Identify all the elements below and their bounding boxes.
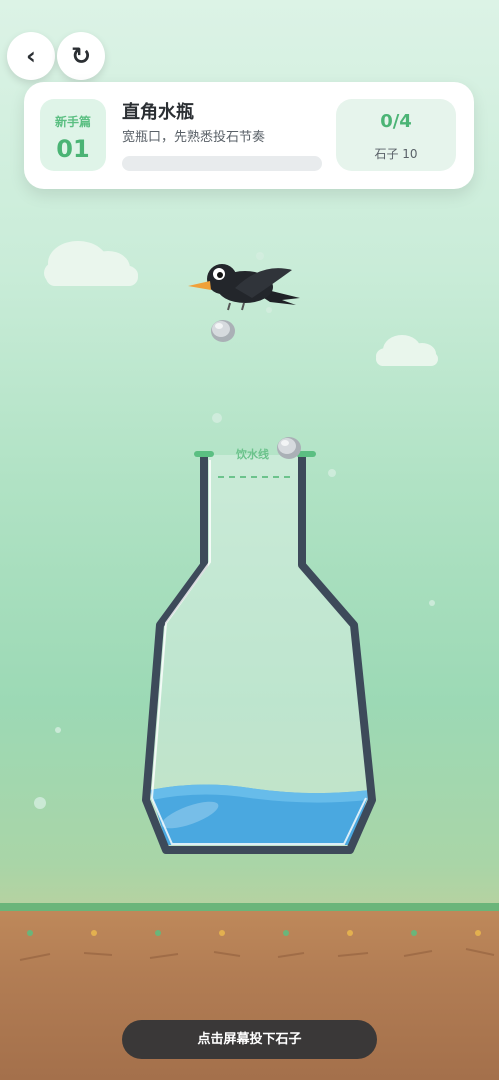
ground-texture (19, 930, 495, 961)
drop-stone-hint[interactable]: 点击屏幕投下石子 (122, 1020, 377, 1059)
